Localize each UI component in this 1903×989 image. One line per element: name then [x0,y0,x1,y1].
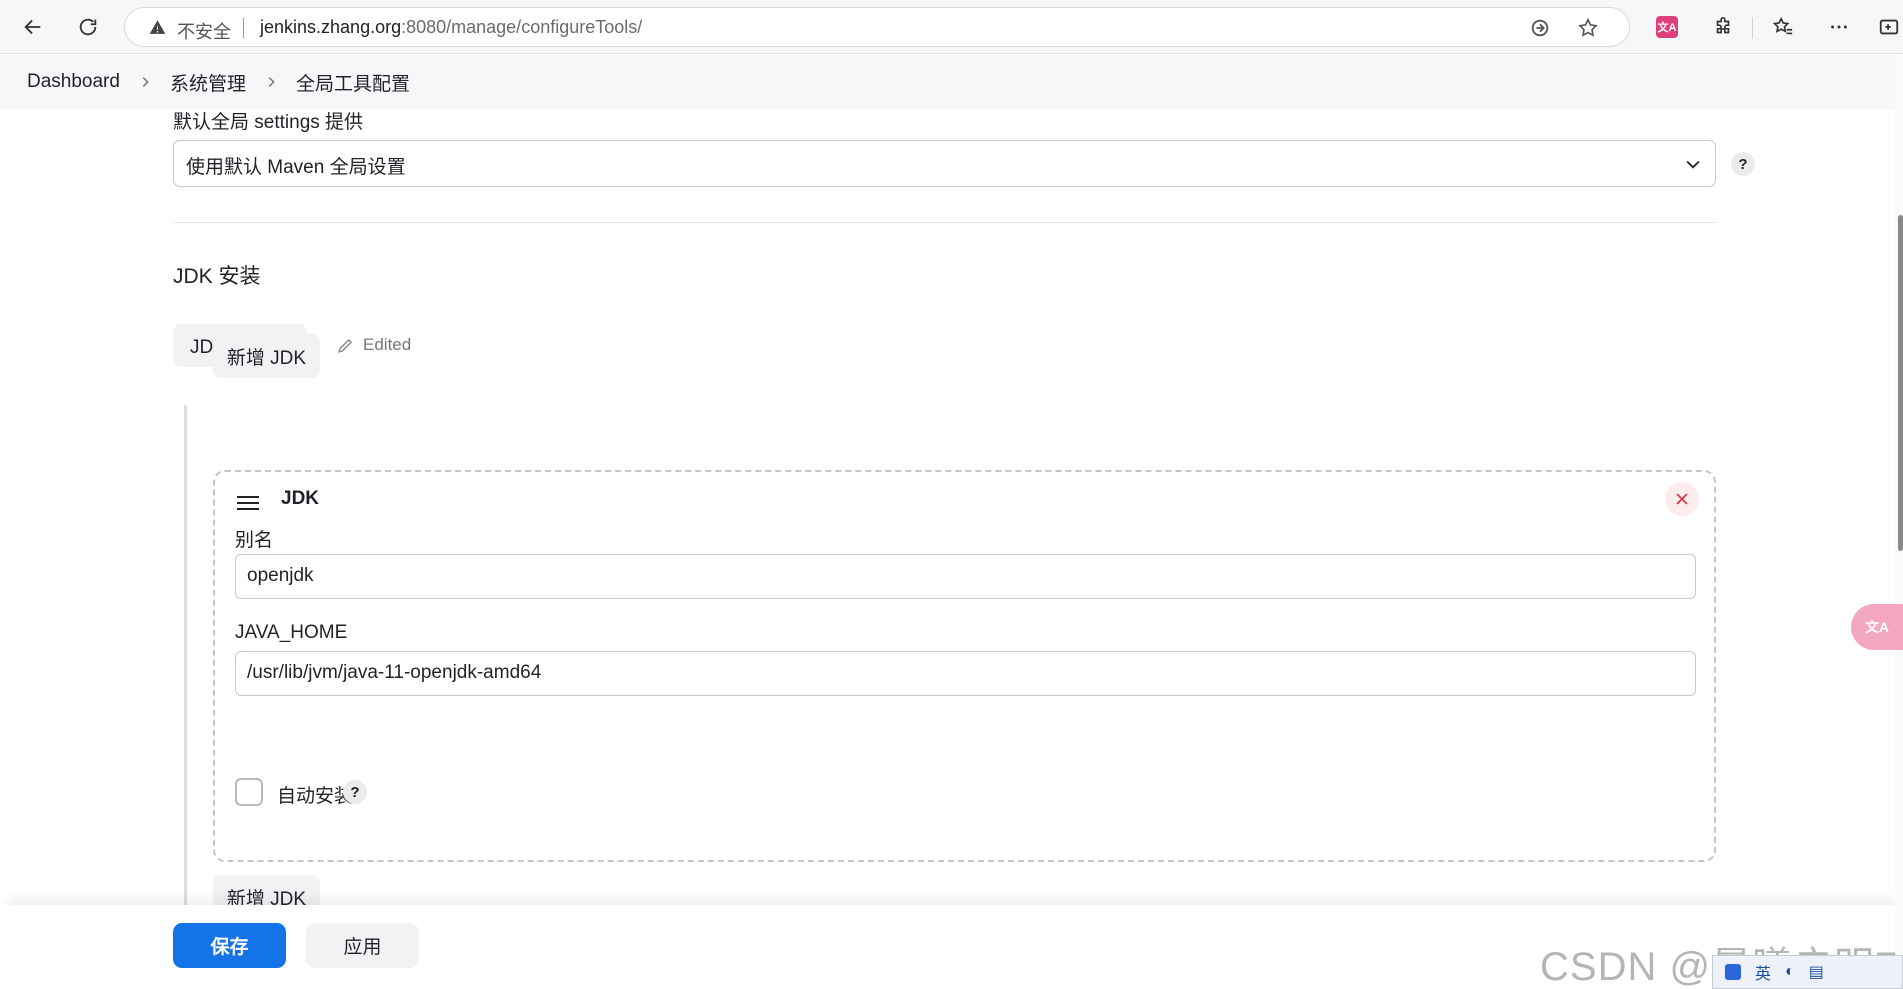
drag-handle-icon[interactable] [237,495,259,511]
edited-indicator: Edited [336,335,411,355]
ime-logo-icon [1725,964,1741,980]
chevron-down-icon [1686,160,1700,169]
translate-page-icon[interactable] [1529,17,1551,39]
extensions-icon[interactable] [1710,14,1736,40]
reload-button[interactable] [70,9,106,45]
back-button[interactable] [15,9,51,45]
address-divider [243,18,244,38]
jdk-card-title: JDK [281,488,320,509]
toolbar-divider [1752,17,1753,39]
breadcrumb: Dashboard 系统管理 全局工具配置 [0,55,1903,109]
scrollbar-thumb[interactable] [1898,215,1903,551]
ime-keyboard-icon: ▤ [1808,964,1824,981]
apply-button[interactable]: 应用 [306,923,419,968]
jdk-entry-card: JDK 别名 openjdk JAVA_HOME /usr/lib/jvm/ja… [213,470,1716,862]
breadcrumb-system-management[interactable]: 系统管理 [170,69,246,96]
maven-settings-label: 默认全局 settings 提供 [173,112,364,133]
address-bar[interactable]: 不安全 jenkins.zhang.org:8080/manage/config… [124,7,1630,47]
chevron-right-icon [264,75,278,89]
section-divider [173,222,1716,223]
save-button[interactable]: 保存 [173,923,286,968]
alias-label: 别名 [235,530,274,551]
auto-install-help-icon[interactable]: ? [343,780,367,804]
ime-mode-label[interactable]: 英 [1755,960,1771,984]
repeatable-rail [184,405,187,905]
chevron-right-icon [138,75,152,89]
maven-settings-select[interactable]: 使用默认 Maven 全局设置 [173,140,1716,187]
arrow-left-icon [24,19,41,35]
url-text[interactable]: jenkins.zhang.org:8080/manage/configureT… [260,17,642,38]
browser-toolbar: 不安全 jenkins.zhang.org:8080/manage/config… [0,0,1903,54]
alias-input[interactable]: openjdk [235,554,1696,599]
sidebar-toggle-icon[interactable] [1876,14,1902,40]
warning-icon [149,20,166,34]
security-label[interactable]: 不安全 [177,18,231,44]
translate-extension-icon[interactable]: 文A [1656,16,1678,38]
floating-translate-icon[interactable]: 文A [1851,604,1903,650]
auto-install-label[interactable]: 自动安装 [277,781,353,808]
maven-settings-selected: 使用默认 Maven 全局设置 [186,157,406,178]
breadcrumb-dashboard[interactable]: Dashboard [27,71,120,93]
java-home-label: JAVA_HOME [235,622,348,643]
pencil-icon [338,338,353,353]
breadcrumb-global-tool-config[interactable]: 全局工具配置 [296,69,410,96]
delete-jdk-button[interactable] [1665,482,1699,516]
ime-toolbar[interactable]: 英 ◐ ▤ [1712,955,1903,989]
more-options-icon[interactable] [1826,14,1852,40]
star-icon[interactable] [1577,17,1599,39]
maven-settings-help-icon[interactable]: ? [1731,152,1755,176]
add-jdk-button-bottom[interactable]: 新增 JDK [213,875,320,905]
close-icon [1676,493,1688,505]
jdk-section-title: JDK 安装 [173,265,261,288]
java-home-input[interactable]: /usr/lib/jvm/java-11-openjdk-amd64 [235,651,1696,696]
add-jdk-button[interactable]: 新增 JDK [213,334,320,378]
favorites-icon[interactable] [1770,14,1796,40]
ime-moon-icon: ◐ [1785,963,1795,980]
reload-icon [79,18,97,36]
edited-label: Edited [363,335,412,354]
auto-install-checkbox[interactable] [235,778,263,806]
main-content: 默认全局 settings 提供 使用默认 Maven 全局设置 ? JDK 安… [0,109,1903,905]
